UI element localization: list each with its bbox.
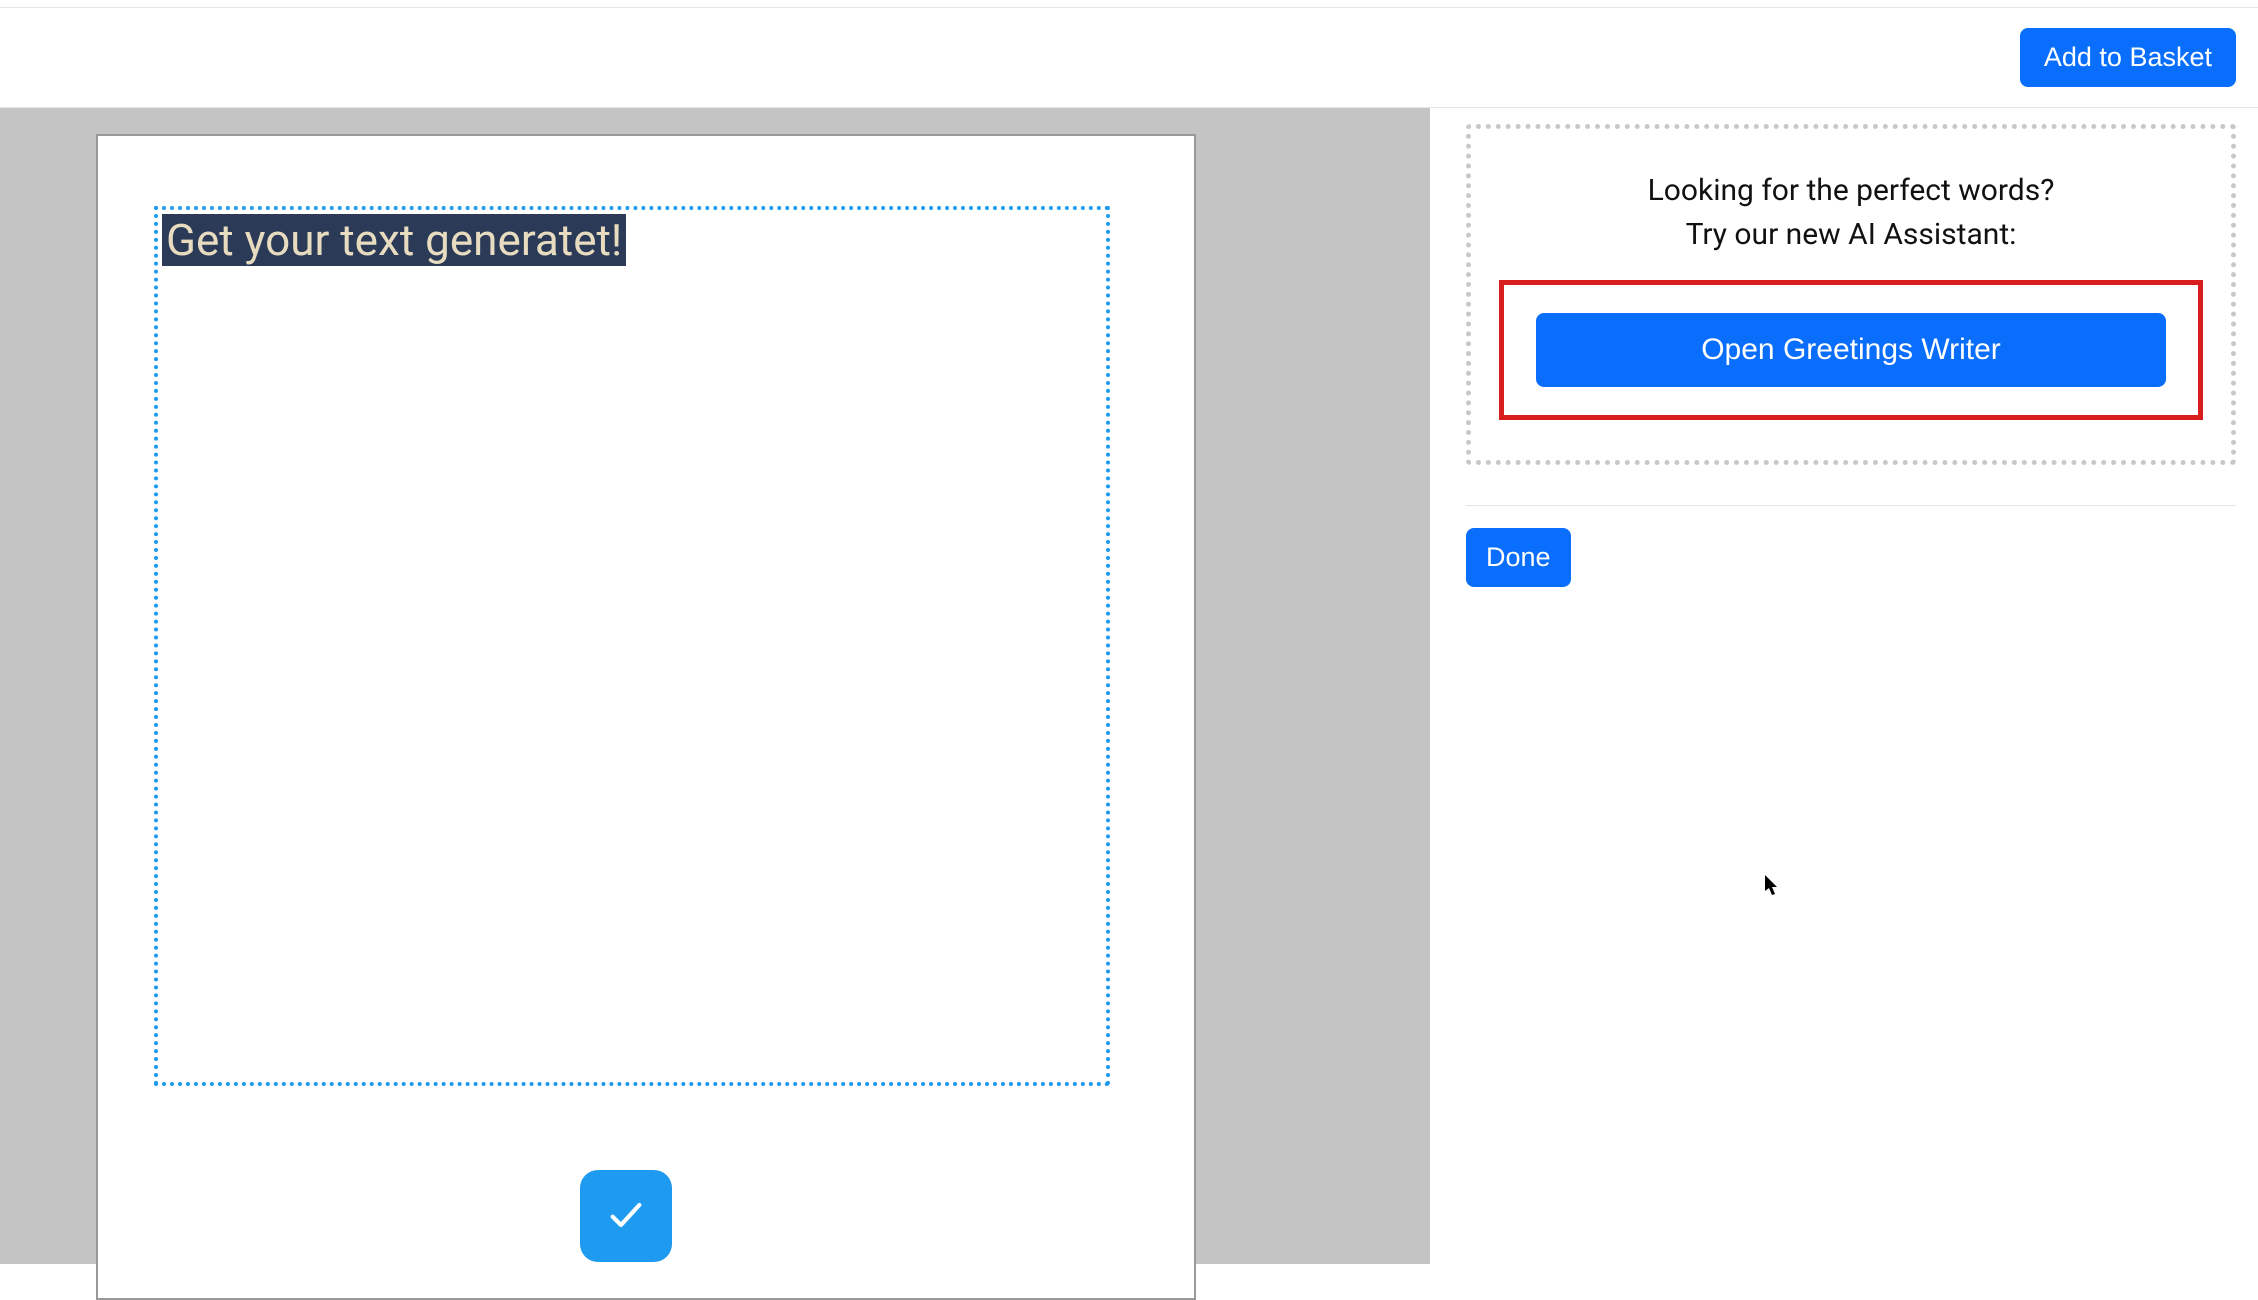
ai-prompt-line2: Try our new AI Assistant: [1499, 213, 2203, 257]
add-to-basket-button[interactable]: Add to Basket [2020, 28, 2236, 87]
ai-assistant-promo: Looking for the perfect words? Try our n… [1466, 124, 2236, 465]
done-button[interactable]: Done [1466, 528, 1571, 587]
open-greetings-writer-button[interactable]: Open Greetings Writer [1536, 313, 2166, 387]
main-content: Get your text generatet! Looking for the… [0, 108, 2258, 1264]
top-divider [0, 0, 2258, 8]
header-row: Add to Basket [0, 8, 2258, 108]
checkmark-icon [606, 1195, 646, 1238]
ai-prompt-line1: Looking for the perfect words? [1499, 169, 2203, 213]
text-input-area[interactable]: Get your text generatet! [154, 206, 1110, 1086]
confirm-button[interactable] [580, 1170, 672, 1262]
card-editor: Get your text generatet! [96, 134, 1196, 1300]
side-panel: Looking for the perfect words? Try our n… [1430, 108, 2258, 1264]
selected-text[interactable]: Get your text generatet! [162, 214, 626, 266]
panel-divider [1466, 505, 2236, 506]
canvas-area: Get your text generatet! [0, 108, 1430, 1264]
greetings-writer-highlight: Open Greetings Writer [1499, 280, 2203, 420]
